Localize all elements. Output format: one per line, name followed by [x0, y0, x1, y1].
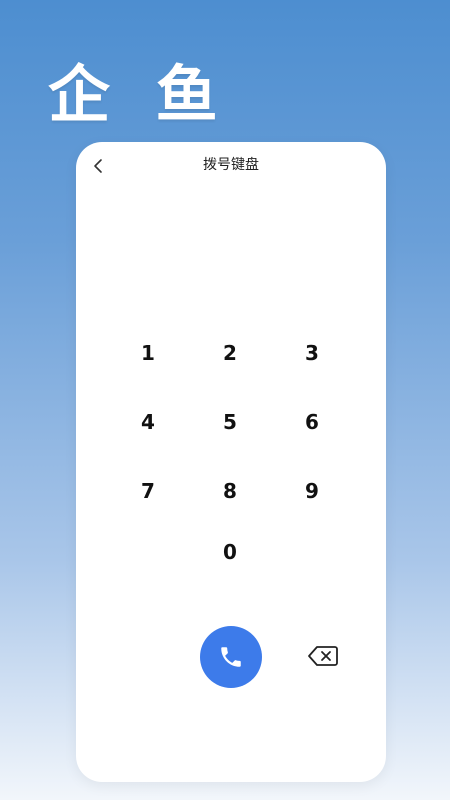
dialer-screen: 拨号键盘 1 2 3 4 5 6 7 8 9 0	[76, 142, 386, 782]
phone-icon	[221, 647, 241, 667]
dial-key-5[interactable]: 5	[200, 402, 260, 442]
dial-key-0[interactable]: 0	[200, 532, 260, 572]
dial-key-9[interactable]: 9	[282, 471, 342, 511]
dial-key-4[interactable]: 4	[118, 402, 178, 442]
dial-key-6[interactable]: 6	[282, 402, 342, 442]
dial-key-2[interactable]: 2	[200, 333, 260, 373]
dial-key-7[interactable]: 7	[118, 471, 178, 511]
page-title: 拨号键盘	[203, 157, 259, 173]
backspace-icon	[308, 646, 338, 666]
app-brand-title: 企 鱼	[48, 58, 230, 131]
dial-key-3[interactable]: 3	[282, 333, 342, 373]
delete-button[interactable]	[306, 642, 340, 670]
call-button[interactable]	[200, 626, 262, 688]
dial-key-1[interactable]: 1	[118, 333, 178, 373]
dial-key-8[interactable]: 8	[200, 471, 260, 511]
